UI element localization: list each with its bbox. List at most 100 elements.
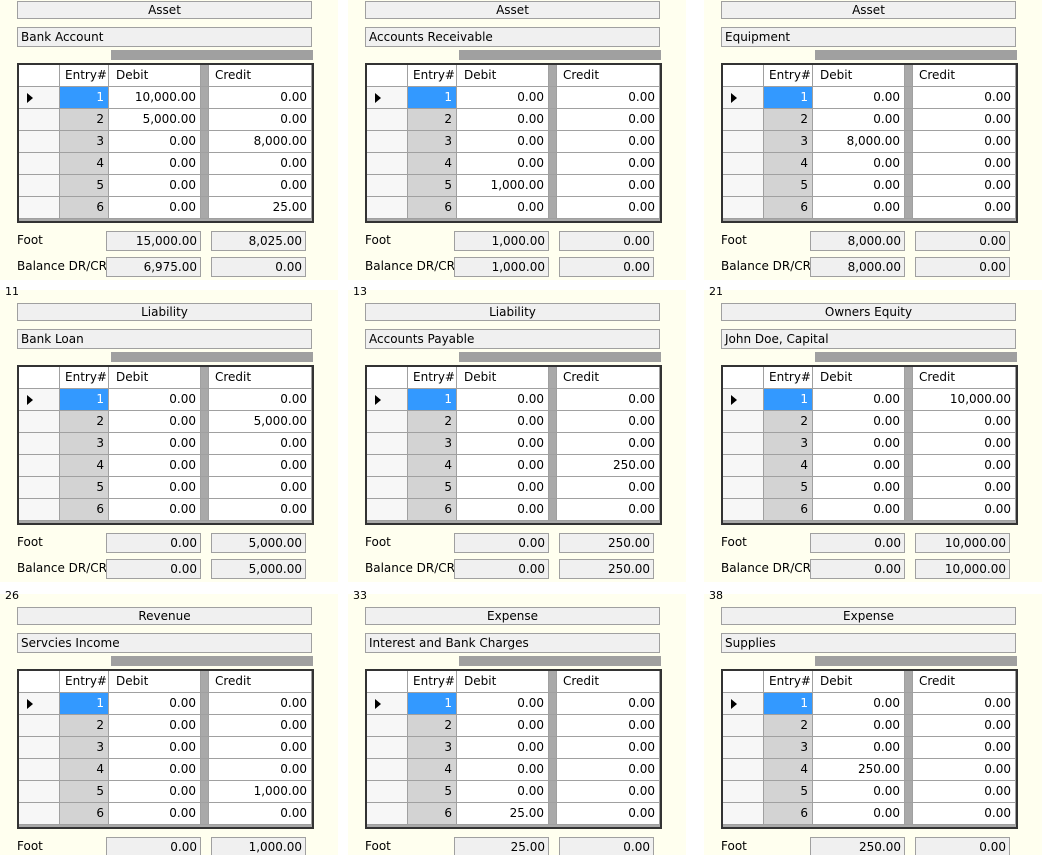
entry-cell[interactable]: 6 — [60, 499, 109, 521]
credit-cell[interactable]: 10,000.00 — [913, 389, 1016, 411]
row-header[interactable] — [19, 759, 60, 781]
credit-cell[interactable]: 0.00 — [913, 87, 1016, 109]
credit-column-header[interactable]: Credit — [557, 671, 660, 693]
entries-grid[interactable]: Entry# Debit Credit 1 0.00 0.00 2 0.00 0.00 3 0.00… — [17, 669, 314, 829]
entry-cell[interactable]: 3 — [60, 737, 109, 759]
debit-column-header[interactable]: Debit — [457, 367, 549, 389]
debit-cell[interactable]: 8,000.00 — [813, 131, 905, 153]
debit-column-header[interactable]: Debit — [109, 367, 201, 389]
entry-cell[interactable]: 5 — [60, 781, 109, 803]
entry-cell[interactable]: 2 — [408, 109, 457, 131]
entry-cell[interactable]: 5 — [764, 175, 813, 197]
debit-cell[interactable]: 0.00 — [813, 455, 905, 477]
row-header[interactable] — [723, 433, 764, 455]
row-header[interactable] — [367, 803, 408, 825]
entry-cell[interactable]: 2 — [408, 715, 457, 737]
row-header[interactable] — [367, 499, 408, 521]
account-name-field[interactable]: Equipment — [721, 27, 1016, 47]
debit-cell[interactable]: 0.00 — [109, 803, 201, 825]
entry-cell[interactable]: 1 — [60, 693, 109, 715]
credit-cell[interactable]: 0.00 — [557, 781, 660, 803]
credit-cell[interactable]: 0.00 — [209, 455, 312, 477]
debit-cell[interactable]: 0.00 — [457, 737, 549, 759]
credit-cell[interactable]: 0.00 — [209, 175, 312, 197]
row-header[interactable] — [723, 803, 764, 825]
row-header[interactable] — [19, 737, 60, 759]
debit-column-header[interactable]: Debit — [813, 367, 905, 389]
entry-cell[interactable]: 3 — [408, 737, 457, 759]
row-header[interactable] — [723, 737, 764, 759]
debit-cell[interactable]: 0.00 — [813, 715, 905, 737]
entry-column-header[interactable]: Entry# — [408, 65, 457, 87]
entry-cell[interactable]: 2 — [764, 715, 813, 737]
entry-cell[interactable]: 2 — [60, 715, 109, 737]
entry-cell[interactable]: 6 — [764, 803, 813, 825]
credit-cell[interactable]: 25.00 — [209, 197, 312, 219]
row-header[interactable] — [19, 477, 60, 499]
debit-cell[interactable]: 0.00 — [813, 197, 905, 219]
entry-cell[interactable]: 1 — [408, 389, 457, 411]
entry-cell[interactable]: 1 — [408, 87, 457, 109]
entry-cell[interactable]: 6 — [60, 803, 109, 825]
debit-column-header[interactable]: Debit — [813, 671, 905, 693]
credit-cell[interactable]: 0.00 — [209, 499, 312, 521]
credit-cell[interactable]: 0.00 — [557, 715, 660, 737]
row-header[interactable] — [367, 737, 408, 759]
row-header[interactable] — [19, 803, 60, 825]
row-header[interactable] — [367, 715, 408, 737]
debit-column-header[interactable]: Debit — [109, 671, 201, 693]
credit-cell[interactable]: 0.00 — [209, 477, 312, 499]
debit-cell[interactable]: 0.00 — [457, 693, 549, 715]
debit-cell[interactable]: 0.00 — [457, 715, 549, 737]
debit-cell[interactable]: 0.00 — [109, 153, 201, 175]
debit-cell[interactable]: 0.00 — [109, 759, 201, 781]
debit-cell[interactable]: 0.00 — [109, 175, 201, 197]
entry-cell[interactable]: 5 — [764, 781, 813, 803]
credit-column-header[interactable]: Credit — [209, 367, 312, 389]
credit-cell[interactable]: 0.00 — [913, 197, 1016, 219]
entry-cell[interactable]: 5 — [408, 175, 457, 197]
entry-cell[interactable]: 1 — [764, 389, 813, 411]
debit-cell[interactable]: 0.00 — [109, 389, 201, 411]
row-header[interactable] — [723, 389, 764, 411]
credit-cell[interactable]: 0.00 — [557, 477, 660, 499]
debit-cell[interactable]: 0.00 — [109, 433, 201, 455]
entry-cell[interactable]: 3 — [764, 433, 813, 455]
entry-cell[interactable]: 4 — [60, 455, 109, 477]
entry-cell[interactable]: 3 — [60, 433, 109, 455]
row-header[interactable] — [723, 499, 764, 521]
credit-cell[interactable]: 0.00 — [209, 153, 312, 175]
debit-cell[interactable]: 0.00 — [109, 197, 201, 219]
row-header[interactable] — [19, 153, 60, 175]
row-header[interactable] — [19, 175, 60, 197]
entry-cell[interactable]: 4 — [60, 759, 109, 781]
row-header[interactable] — [723, 131, 764, 153]
credit-cell[interactable]: 0.00 — [557, 433, 660, 455]
row-header[interactable] — [367, 477, 408, 499]
entry-cell[interactable]: 4 — [764, 759, 813, 781]
account-name-field[interactable]: Accounts Receivable — [365, 27, 660, 47]
row-header[interactable] — [723, 109, 764, 131]
credit-cell[interactable]: 0.00 — [913, 803, 1016, 825]
account-name-field[interactable]: Interest and Bank Charges — [365, 633, 660, 653]
credit-cell[interactable]: 5,000.00 — [209, 411, 312, 433]
row-header[interactable] — [19, 197, 60, 219]
row-header[interactable] — [19, 389, 60, 411]
row-header[interactable] — [367, 153, 408, 175]
row-header[interactable] — [19, 131, 60, 153]
row-header[interactable] — [367, 693, 408, 715]
debit-cell[interactable]: 0.00 — [813, 737, 905, 759]
row-header[interactable] — [367, 197, 408, 219]
credit-cell[interactable]: 0.00 — [557, 759, 660, 781]
entry-cell[interactable]: 4 — [408, 759, 457, 781]
credit-cell[interactable]: 0.00 — [209, 693, 312, 715]
entry-column-header[interactable]: Entry# — [764, 65, 813, 87]
debit-cell[interactable]: 0.00 — [813, 411, 905, 433]
entries-grid[interactable]: Entry# Debit Credit 1 0.00 0.00 2 0.00 0.00 3 0.00… — [365, 365, 662, 525]
credit-cell[interactable]: 0.00 — [557, 803, 660, 825]
debit-cell[interactable]: 250.00 — [813, 759, 905, 781]
entry-cell[interactable]: 3 — [408, 131, 457, 153]
row-header[interactable] — [19, 455, 60, 477]
debit-cell[interactable]: 0.00 — [109, 781, 201, 803]
credit-column-header[interactable]: Credit — [209, 671, 312, 693]
